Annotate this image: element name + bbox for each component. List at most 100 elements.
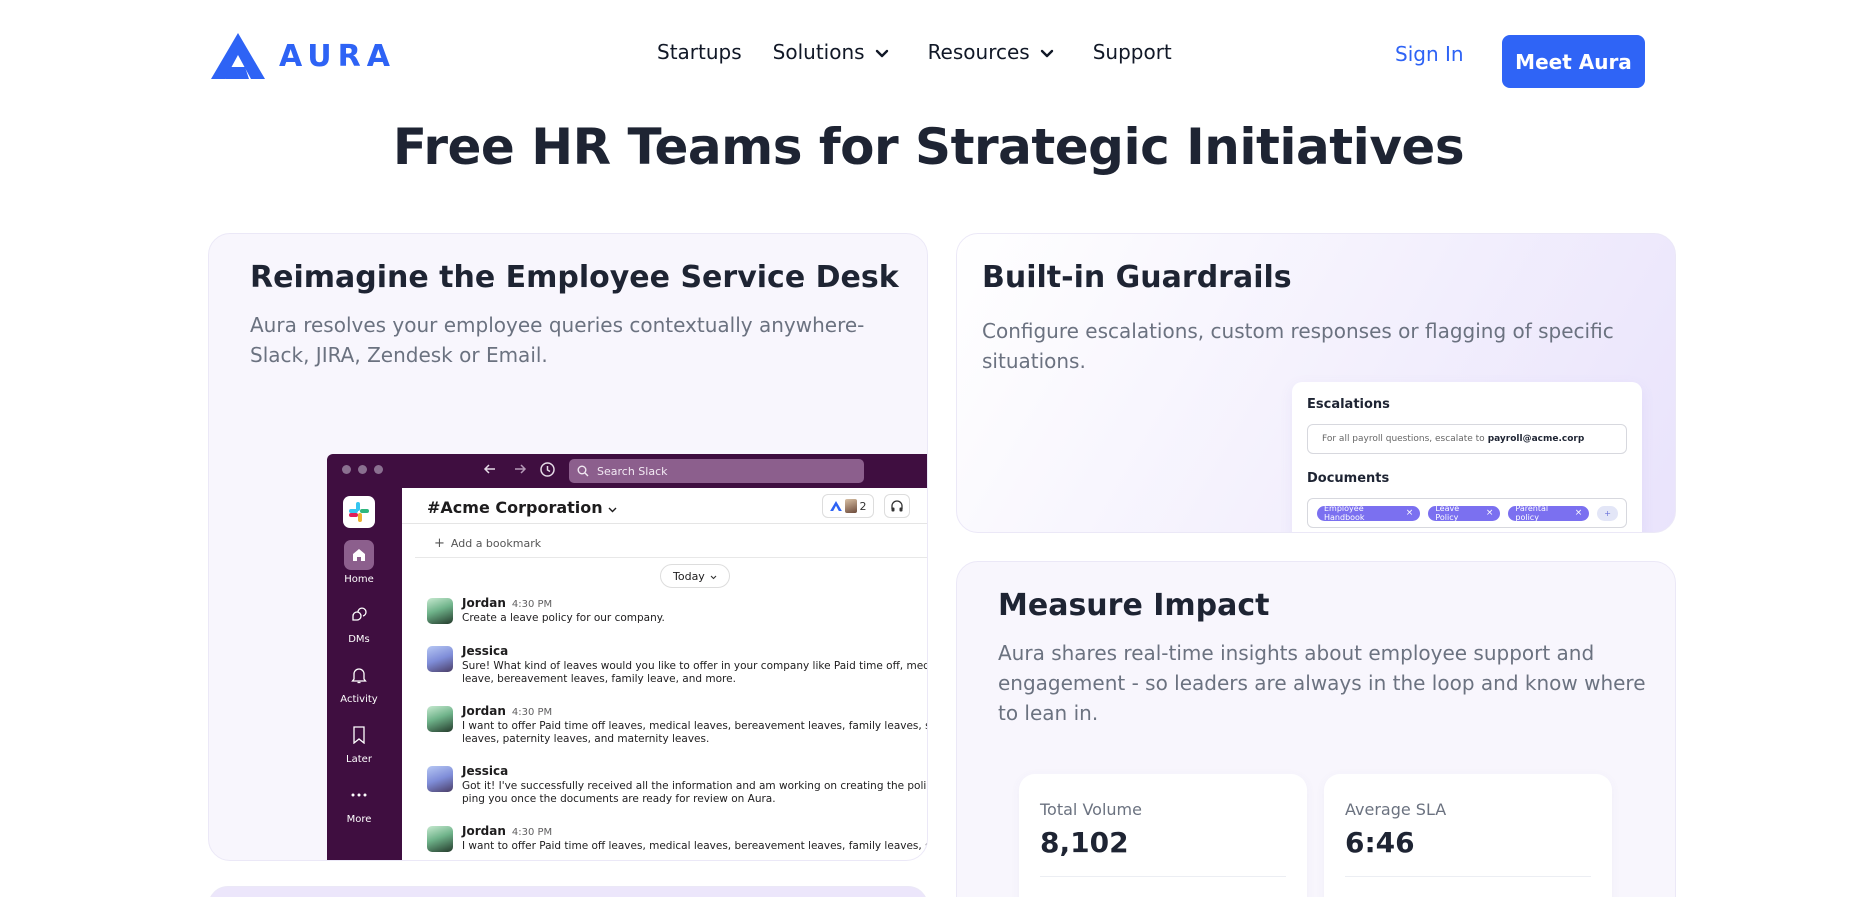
nav-solutions[interactable]: Solutions xyxy=(773,40,889,64)
search-icon xyxy=(577,465,589,477)
chevron-down-icon xyxy=(875,40,889,64)
sidebar-label: Later xyxy=(346,754,372,765)
escalations-panel: Escalations For all payroll questions, e… xyxy=(1292,382,1642,532)
avatar[interactable] xyxy=(427,646,453,672)
documents-label: Documents xyxy=(1307,471,1390,486)
nav-resources[interactable]: Resources xyxy=(928,40,1054,64)
search-placeholder: Search Slack xyxy=(597,464,668,478)
metric-card: Total Volume 8,102 xyxy=(1019,774,1307,897)
slack-logo-icon[interactable] xyxy=(343,496,375,528)
sidebar-label: Home xyxy=(344,574,374,585)
message-text: Got it! I've successfully received all t… xyxy=(462,780,928,792)
sidebar-item-home[interactable]: Home xyxy=(327,540,391,585)
nav-startups[interactable]: Startups xyxy=(657,40,742,64)
metric-label: Total Volume xyxy=(1040,800,1142,819)
plus-icon: + xyxy=(434,536,445,551)
message-time: 4:30 PM xyxy=(511,707,553,718)
avatar[interactable] xyxy=(427,826,453,852)
add-bookmark-button[interactable]: + Add a bookmark xyxy=(434,536,541,551)
document-chip[interactable]: Leave Policy × xyxy=(1428,504,1501,522)
service-desk-desc: Aura resolves your employee queries cont… xyxy=(250,310,864,370)
slack-titlebar: Search Slack xyxy=(327,454,927,488)
guardrails-desc: Configure escalations, custom responses … xyxy=(982,316,1614,376)
bookmark-icon xyxy=(344,720,374,750)
chip-label: Leave Policy xyxy=(1435,504,1460,522)
close-icon[interactable]: × xyxy=(1406,508,1414,518)
channel-name[interactable]: #Acme Corporation xyxy=(427,498,617,517)
message-text: I want to offer Paid time off leaves, me… xyxy=(462,720,928,732)
slack-channel-pane: #Acme Corporation 2 + Add a bookmark Tod… xyxy=(402,488,928,860)
document-chip[interactable]: Employee Handbook × xyxy=(1317,504,1421,522)
metric-value: 6:46 xyxy=(1345,826,1415,859)
measure-impact-desc-line: to lean in. xyxy=(998,701,1099,725)
aura-logo-icon xyxy=(829,501,842,511)
nav-links: Startups Solutions Resources Support xyxy=(657,40,1203,64)
channel-name-label: #Acme Corporation xyxy=(427,498,603,517)
headphones-icon[interactable] xyxy=(884,494,910,518)
guardrails-desc-line: situations. xyxy=(982,349,1086,373)
measure-impact-card: Measure Impact Aura shares real-time ins… xyxy=(956,561,1676,897)
service-desk-title: Reimagine the Employee Service Desk xyxy=(250,260,899,295)
add-document-button[interactable]: + xyxy=(1597,505,1618,521)
close-icon[interactable]: × xyxy=(1486,508,1494,518)
message-author[interactable]: Jordan 4:30 PM xyxy=(462,704,927,718)
date-divider-button[interactable]: Today xyxy=(660,564,730,588)
guardrails-desc-line: Configure escalations, custom responses … xyxy=(982,319,1614,343)
more-icon xyxy=(344,780,374,810)
message-text: leave, bereavement leaves, family leave,… xyxy=(462,673,736,685)
nav-resources-label: Resources xyxy=(927,40,1030,64)
divider xyxy=(1345,876,1591,877)
nav-support[interactable]: Support xyxy=(1093,40,1172,64)
aura-logo[interactable]: AURA xyxy=(211,33,396,79)
sidebar-item-activity[interactable]: Activity xyxy=(327,660,391,705)
message-text: I want to offer Paid time off leaves, me… xyxy=(462,840,928,852)
message-author[interactable]: Jordan 4:30 PM xyxy=(462,596,927,610)
message-text: Create a leave policy for our company. xyxy=(462,612,665,624)
sidebar-item-dms[interactable]: DMs xyxy=(327,600,391,645)
avatar[interactable] xyxy=(427,706,453,732)
nav-startups-label: Startups xyxy=(657,40,742,64)
channel-members-button[interactable]: 2 xyxy=(822,494,874,518)
page-title: Free HR Teams for Strategic Initiatives xyxy=(392,118,1465,176)
chip-label: Parental policy xyxy=(1515,504,1549,522)
escalation-input[interactable]: For all payroll questions, escalate to p… xyxy=(1307,424,1627,454)
divider xyxy=(415,557,927,558)
slack-mockup: Search Slack Home DMs Activity Later Mor… xyxy=(327,454,928,860)
author-name: Jessica xyxy=(462,764,509,778)
message-author[interactable]: Jessica xyxy=(462,764,927,778)
forward-arrow-icon[interactable] xyxy=(513,462,527,480)
meet-aura-button[interactable]: Meet Aura xyxy=(1502,35,1645,88)
service-desk-card: Reimagine the Employee Service Desk Aura… xyxy=(208,233,928,861)
service-desk-desc-line: Aura resolves your employee queries cont… xyxy=(250,313,865,337)
chevron-down-icon xyxy=(608,498,617,517)
avatar[interactable] xyxy=(427,766,453,792)
author-name: Jordan xyxy=(462,704,506,718)
back-arrow-icon[interactable] xyxy=(483,462,497,480)
close-icon[interactable]: × xyxy=(1575,508,1583,518)
slack-search-input[interactable]: Search Slack xyxy=(569,459,864,483)
measure-impact-title: Measure Impact xyxy=(998,588,1270,623)
measure-impact-desc-line: Aura shares real-time insights about emp… xyxy=(998,641,1595,665)
avatar[interactable] xyxy=(427,598,453,624)
guardrails-card: Built-in Guardrails Configure escalation… xyxy=(956,233,1676,533)
message-author[interactable]: Jordan 4:30 PM xyxy=(462,824,927,838)
next-card-peek xyxy=(208,886,928,897)
aura-logo-icon xyxy=(211,33,265,79)
author-name: Jordan xyxy=(462,824,506,838)
sidebar-item-later[interactable]: Later xyxy=(327,720,391,765)
slack-sidebar: Home DMs Activity Later More xyxy=(327,488,402,860)
chevron-down-icon xyxy=(1040,40,1054,64)
document-chip[interactable]: Parental policy × xyxy=(1508,504,1590,522)
sidebar-label: More xyxy=(346,814,372,825)
message-time: 4:30 PM xyxy=(511,827,553,838)
message-author[interactable]: Jessica xyxy=(462,644,927,658)
service-desk-desc-line: Slack, JIRA, Zendesk or Email. xyxy=(250,343,548,367)
channel-header: #Acme Corporation 2 xyxy=(402,488,927,524)
metric-label: Average SLA xyxy=(1345,800,1447,819)
brand-name: AURA xyxy=(279,38,396,74)
author-name: Jessica xyxy=(462,644,509,658)
documents-input[interactable]: Employee Handbook × Leave Policy × Parenta… xyxy=(1307,498,1627,528)
history-clock-icon[interactable] xyxy=(539,461,556,482)
sidebar-item-more[interactable]: More xyxy=(327,780,391,825)
sign-in-link[interactable]: Sign In xyxy=(1395,42,1464,66)
